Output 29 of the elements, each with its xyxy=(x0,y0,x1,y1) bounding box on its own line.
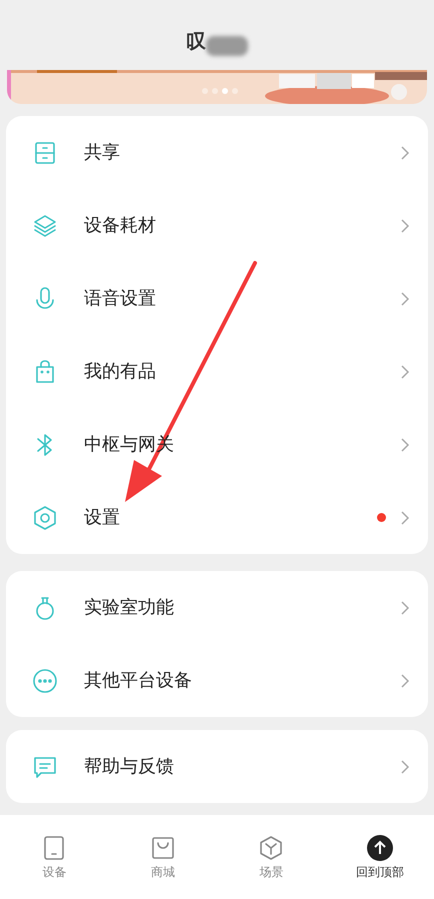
chevron-right-icon xyxy=(400,758,410,774)
tab-button[interactable]: 回到顶部 xyxy=(326,815,434,899)
back-to-top-icon xyxy=(366,835,393,861)
menu-item[interactable]: 实验室功能 xyxy=(6,571,428,644)
chevron-right-icon xyxy=(400,436,410,452)
menu-item[interactable]: 语音设置 xyxy=(6,262,428,335)
menu-item[interactable]: 设置 xyxy=(6,481,428,554)
menu-item[interactable]: 共享 xyxy=(6,116,428,189)
layers-icon xyxy=(32,212,58,238)
tab-button[interactable]: 设备 xyxy=(0,815,108,899)
shop-icon xyxy=(150,835,176,861)
hexagon-icon xyxy=(32,504,58,530)
chevron-right-icon xyxy=(400,600,410,616)
chevron-right-icon xyxy=(400,510,410,526)
tab-button[interactable]: 商城 xyxy=(108,815,217,899)
chevron-right-icon xyxy=(400,218,410,234)
menu-item[interactable]: 其他平台设备 xyxy=(6,644,428,717)
page-title: 叹 xyxy=(186,28,206,55)
menu-item[interactable]: 设备耗材 xyxy=(6,189,428,262)
menu-item[interactable]: 我的有品 xyxy=(6,335,428,408)
chevron-right-icon xyxy=(400,290,410,306)
chevron-right-icon xyxy=(400,364,410,380)
menu-item[interactable]: 帮助与反馈 xyxy=(6,730,428,803)
tab-button[interactable]: 场景 xyxy=(217,815,326,899)
chevron-right-icon xyxy=(400,144,410,160)
cube-icon xyxy=(258,835,284,861)
chevron-right-icon xyxy=(400,672,410,688)
more-icon xyxy=(32,668,58,694)
drawer-icon xyxy=(32,140,58,166)
